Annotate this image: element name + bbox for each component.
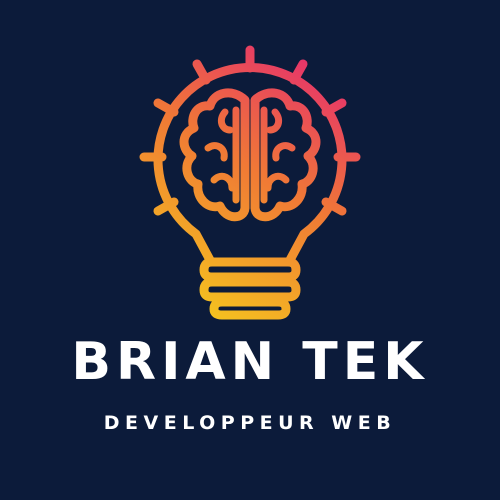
logo-canvas: BRIAN TEK DEVELOPPEUR WEB bbox=[0, 0, 500, 500]
bulb-base bbox=[199, 257, 301, 320]
brain-folds-left bbox=[204, 106, 240, 204]
light-rays bbox=[139, 45, 361, 216]
brand-name: BRIAN TEK bbox=[71, 332, 429, 392]
brain-folds-right bbox=[260, 106, 296, 204]
brand-tagline: DEVELOPPEUR WEB bbox=[103, 412, 397, 434]
